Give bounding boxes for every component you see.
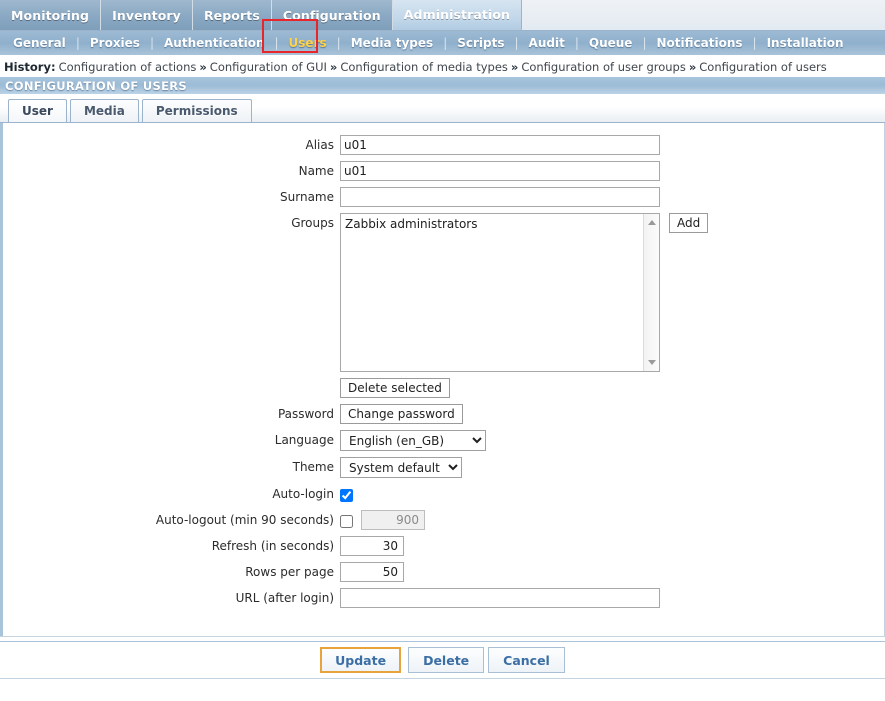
form-row-delete-selected: Delete selected — [3, 378, 884, 398]
delete-selected-groups-button[interactable]: Delete selected — [340, 378, 450, 398]
theme-label: Theme — [292, 460, 334, 474]
sub-nav-item-scripts[interactable]: Scripts — [448, 36, 513, 50]
delete-button[interactable]: Delete — [408, 647, 485, 673]
sub-navigation: General | Proxies | Authentication | Use… — [0, 19, 885, 56]
refresh-label: Refresh (in seconds) — [211, 539, 334, 553]
form-row-surname: Surname — [3, 187, 884, 207]
breadcrumb-link-configuration-of-actions[interactable]: Configuration of actions — [59, 60, 197, 74]
password-label: Password — [277, 407, 334, 421]
breadcrumb-link-configuration-of-media-types[interactable]: Configuration of media types — [340, 60, 508, 74]
sub-nav-item-media-types[interactable]: Media types — [342, 36, 443, 50]
breadcrumb-chevron: » — [510, 59, 519, 74]
arrow-down-icon[interactable] — [648, 360, 656, 365]
sub-nav-item-proxies[interactable]: Proxies — [81, 36, 149, 50]
sub-nav-item-queue[interactable]: Queue — [580, 36, 642, 50]
change-password-button[interactable]: Change password — [340, 404, 463, 424]
auto-login-checkbox[interactable] — [340, 489, 353, 502]
groups-label: Groups — [291, 216, 334, 230]
refresh-input[interactable] — [340, 536, 404, 556]
tab-user[interactable]: User — [8, 99, 67, 122]
theme-select[interactable]: System default — [340, 457, 462, 478]
main-navigation: Monitoring Inventory Reports Configurati… — [0, 0, 885, 31]
alias-label: Alias — [305, 138, 334, 152]
rows-per-page-input[interactable] — [340, 562, 404, 582]
form-row-password: Password Change password — [3, 404, 884, 424]
language-label: Language — [274, 433, 334, 447]
form-row-refresh: Refresh (in seconds) — [3, 536, 884, 556]
groups-listbox[interactable]: Zabbix administrators — [340, 213, 660, 372]
form-row-auto-logout: Auto-logout (min 90 seconds) — [3, 510, 884, 530]
main-nav-item-monitoring[interactable]: Monitoring — [0, 0, 102, 30]
auto-logout-label: Auto-logout (min 90 seconds) — [155, 513, 334, 527]
surname-label: Surname — [280, 190, 334, 204]
tab-permissions[interactable]: Permissions — [141, 99, 252, 122]
form-row-auto-login: Auto-login — [3, 484, 884, 504]
breadcrumb: History: Configuration of actions » Conf… — [0, 56, 885, 77]
form-row-name: Name — [3, 161, 884, 181]
breadcrumb-chevron: » — [199, 59, 207, 74]
form-row-theme: Theme System default — [3, 457, 884, 478]
breadcrumb-link-configuration-of-users[interactable]: Configuration of users — [699, 60, 826, 74]
url-after-login-label: URL (after login) — [235, 591, 334, 605]
groups-scrollbar[interactable] — [643, 214, 659, 371]
form-row-rows-per-page: Rows per page — [3, 562, 884, 582]
form-row-url-after-login: URL (after login) — [3, 588, 884, 608]
sub-nav-item-general[interactable]: General — [4, 36, 75, 50]
main-nav-item-reports[interactable]: Reports — [192, 0, 272, 30]
auto-logout-checkbox[interactable] — [340, 515, 353, 528]
form-tab-strip: User Media Permissions — [0, 95, 885, 123]
sub-nav-item-audit[interactable]: Audit — [520, 36, 574, 50]
breadcrumb-link-configuration-of-user-groups[interactable]: Configuration of user groups — [521, 60, 686, 74]
form-actions: Update Delete Cancel — [0, 641, 885, 679]
language-select[interactable]: English (en_GB) — [340, 430, 486, 451]
auto-logout-input — [361, 510, 425, 530]
main-nav-item-configuration[interactable]: Configuration — [271, 0, 393, 30]
breadcrumb-label: History: — [4, 59, 56, 74]
form-row-language: Language English (en_GB) — [3, 430, 884, 451]
arrow-up-icon[interactable] — [648, 220, 656, 225]
breadcrumb-chevron: » — [329, 59, 338, 74]
auto-login-label: Auto-login — [272, 487, 334, 501]
sub-nav-item-users[interactable]: Users — [280, 36, 336, 50]
breadcrumb-chevron: » — [688, 59, 697, 74]
url-after-login-input[interactable] — [340, 588, 660, 608]
groups-list-item[interactable]: Zabbix administrators — [341, 214, 659, 232]
name-label: Name — [298, 164, 334, 178]
tab-media[interactable]: Media — [69, 99, 139, 122]
form-row-alias: Alias — [3, 135, 884, 155]
cancel-button[interactable]: Cancel — [488, 647, 565, 673]
surname-input[interactable] — [340, 187, 660, 207]
name-input[interactable] — [340, 161, 660, 181]
form-row-groups: Groups Zabbix administrators Add — [3, 213, 884, 372]
main-nav-item-administration[interactable]: Administration — [392, 0, 523, 30]
main-nav-item-inventory[interactable]: Inventory — [101, 0, 193, 30]
sub-nav-item-notifications[interactable]: Notifications — [648, 36, 752, 50]
alias-input[interactable] — [340, 135, 660, 155]
user-form: Alias Name Surname Groups Zabbix adminis… — [0, 123, 885, 636]
sub-nav-item-installation[interactable]: Installation — [758, 36, 853, 50]
rows-per-page-label: Rows per page — [245, 565, 334, 579]
update-button[interactable]: Update — [320, 647, 402, 673]
page-title: CONFIGURATION OF USERS — [0, 77, 885, 95]
sub-nav-item-authentication[interactable]: Authentication — [155, 36, 274, 50]
main-nav-filler — [522, 0, 885, 30]
add-group-button[interactable]: Add — [669, 213, 709, 233]
breadcrumb-link-configuration-of-gui[interactable]: Configuration of GUI — [210, 60, 327, 74]
